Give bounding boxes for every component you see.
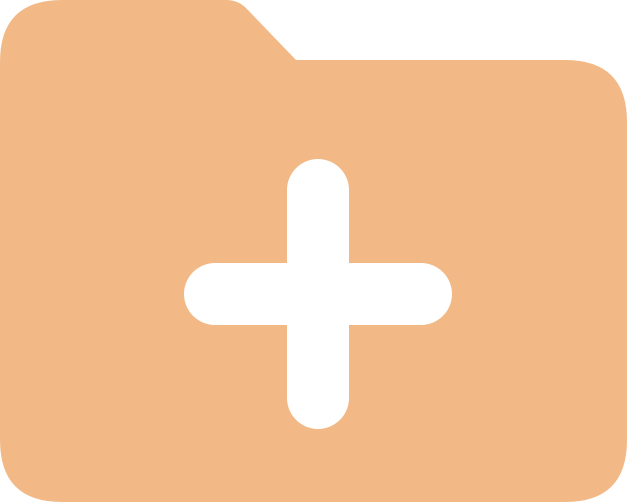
new-folder-icon-canvas xyxy=(0,0,627,502)
folder-add-icon[interactable] xyxy=(0,0,627,502)
plus-horizontal-bar xyxy=(184,263,452,325)
